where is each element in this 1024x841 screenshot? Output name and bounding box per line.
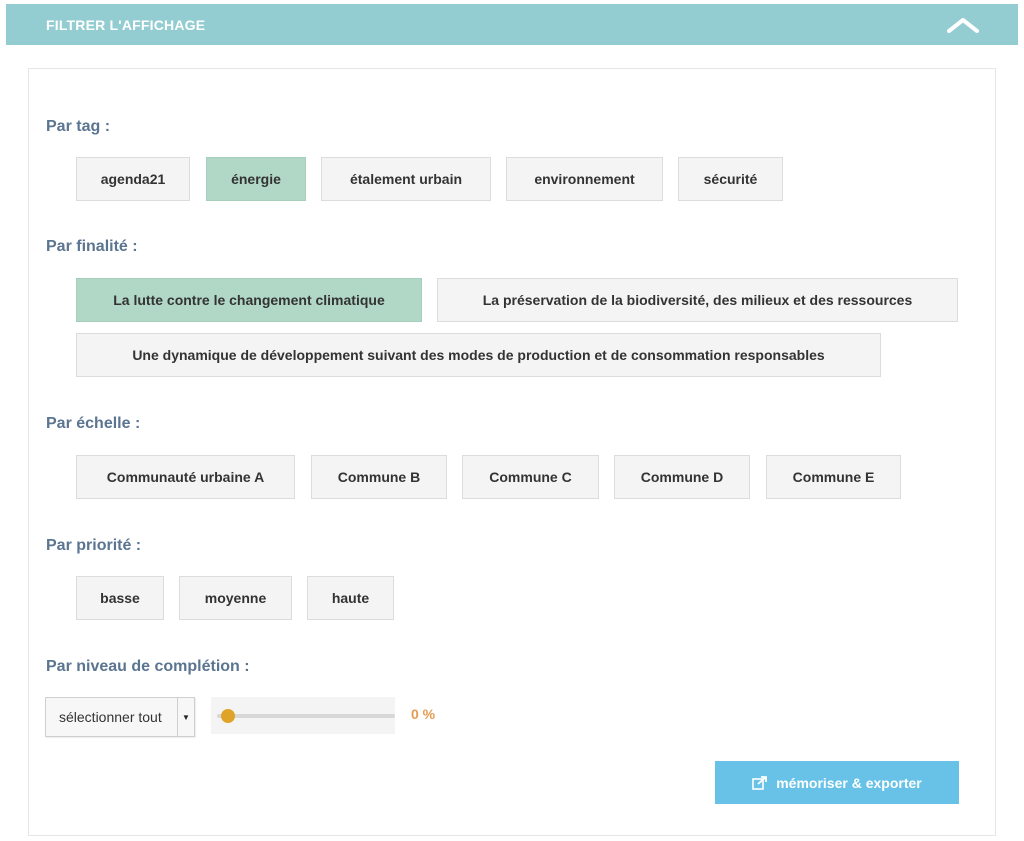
section-title-tag: Par tag :	[46, 118, 111, 135]
completion-value: 0 %	[411, 706, 436, 722]
chip-tag-energie[interactable]: énergie	[206, 157, 306, 201]
caret-down-icon: ▼	[177, 698, 194, 736]
chip-tag-agenda21[interactable]: agenda21	[76, 157, 190, 201]
chip-echelle-commune-e[interactable]: Commune E	[766, 455, 901, 499]
filter-header-title: FILTRER L'AFFICHAGE	[46, 16, 206, 33]
slider-thumb[interactable]	[221, 709, 235, 723]
section-title-echelle: Par échelle :	[46, 415, 141, 432]
completion-select[interactable]: sélectionner tout ▼	[45, 697, 195, 737]
completion-slider[interactable]	[211, 697, 395, 734]
section-title-completion: Par niveau de complétion :	[46, 658, 250, 675]
slider-track[interactable]	[217, 714, 395, 718]
chip-tag-securite[interactable]: sécurité	[678, 157, 783, 201]
chip-priorite-basse[interactable]: basse	[76, 576, 164, 620]
chip-echelle-commune-d[interactable]: Commune D	[614, 455, 750, 499]
chip-priorite-moyenne[interactable]: moyenne	[179, 576, 292, 620]
filter-header[interactable]: FILTRER L'AFFICHAGE	[6, 4, 1018, 45]
chip-tag-environnement[interactable]: environnement	[506, 157, 663, 201]
section-title-finalite: Par finalité :	[46, 238, 138, 255]
chip-finalite-developpement[interactable]: Une dynamique de développement suivant d…	[76, 333, 881, 377]
export-button-label: mémoriser & exporter	[776, 774, 922, 791]
chip-tag-etalement-urbain[interactable]: étalement urbain	[321, 157, 491, 201]
chip-priorite-haute[interactable]: haute	[307, 576, 394, 620]
chip-echelle-communaute-urbaine-a[interactable]: Communauté urbaine A	[76, 455, 295, 499]
chip-finalite-climat[interactable]: La lutte contre le changement climatique	[76, 278, 422, 322]
section-title-priorite: Par priorité :	[46, 537, 142, 554]
chip-echelle-commune-c[interactable]: Commune C	[462, 455, 599, 499]
chip-finalite-biodiversite[interactable]: La préservation de la biodiversité, des …	[437, 278, 958, 322]
export-button[interactable]: mémoriser & exporter	[715, 761, 959, 804]
completion-select-value: sélectionner tout	[59, 709, 162, 725]
share-export-icon	[752, 775, 768, 790]
chip-echelle-commune-b[interactable]: Commune B	[311, 455, 447, 499]
chevron-up-icon[interactable]	[946, 13, 980, 37]
